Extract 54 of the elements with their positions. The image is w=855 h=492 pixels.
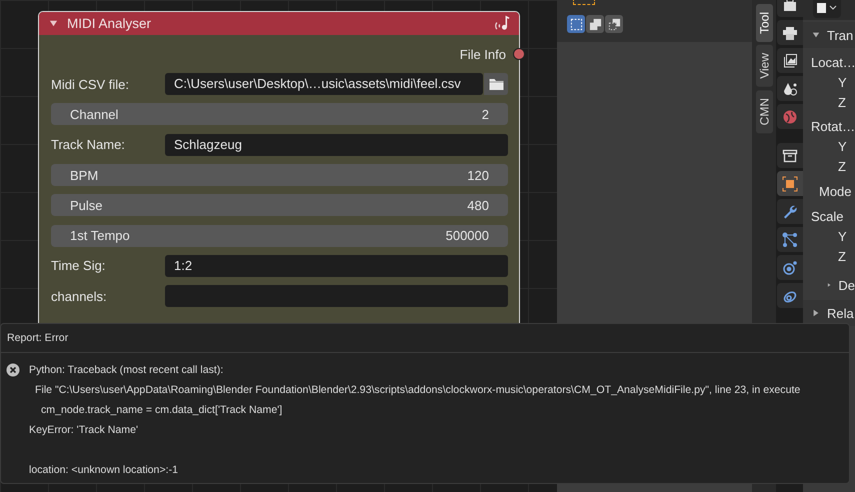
property-label: Z (838, 158, 846, 174)
image-stack-icon[interactable] (777, 48, 803, 73)
extend-selection-button[interactable] (586, 15, 604, 33)
sidebar-tab[interactable]: Tool (756, 4, 772, 42)
field-label: Time Sig: (51, 258, 106, 274)
report-line: cm_node.track_name = cm.data_dict['Track Name'] (41, 404, 282, 416)
field-label: channels: (51, 288, 108, 304)
text-field[interactable]: Schlagzeug (165, 134, 508, 156)
property-label: Rotat… (811, 118, 855, 134)
wrench-icon[interactable] (777, 199, 803, 224)
expand-triangle-icon[interactable] (812, 309, 820, 317)
report-line: File "C:\Users\user\AppData\Roaming\Blender Foundation\Blender\2.93\scripts\addons\clockworx-music\operators\CM_OT_AnalyseMidiFile.py", line 23, in execute (35, 384, 800, 396)
property-label: Mode (819, 184, 852, 198)
text-field[interactable]: C:\Users\user\Desktop\…usic\assets\midi\feel.csv (165, 73, 483, 96)
output-label: File Info (460, 46, 506, 62)
property-label: Z (838, 94, 846, 110)
output-socket[interactable] (513, 48, 525, 60)
report-line: location: <unknown location>:-1 (29, 464, 178, 476)
folder-button[interactable] (484, 73, 508, 96)
collapse-triangle-icon[interactable] (49, 19, 58, 28)
report-line: Python: Traceback (most recent call last): (29, 364, 224, 376)
panel-header-label[interactable]: De (838, 278, 855, 292)
error-icon (6, 363, 20, 377)
set-selection-button[interactable] (567, 15, 585, 33)
subtract-selection-button[interactable] (605, 15, 623, 33)
folder-icon (488, 77, 504, 92)
object-dropdown[interactable] (813, 0, 841, 18)
number-field[interactable]: 1st Tempo 500000 (51, 224, 508, 247)
number-field[interactable]: Channel 2 (51, 103, 508, 126)
field-label: Track Name: (51, 137, 126, 152)
text-field[interactable]: 1:2 (165, 254, 508, 277)
sidebar-tab[interactable]: CMN (756, 90, 772, 134)
expand-triangle-icon[interactable] (827, 281, 832, 289)
number-field[interactable]: Pulse 480 (51, 194, 508, 216)
box-icon[interactable] (777, 143, 803, 168)
field-label: Midi CSV file: (51, 76, 130, 92)
report-line: KeyError: 'Track Name' (29, 424, 138, 436)
node-title: MIDI Analyser (67, 16, 152, 31)
text-field[interactable] (165, 285, 508, 308)
sidebar-tab[interactable]: View (756, 45, 772, 87)
music-note-icon (494, 15, 511, 32)
nodes-icon[interactable] (777, 227, 803, 252)
property-label: Scale (811, 208, 844, 224)
number-field[interactable]: BPM 120 (51, 164, 508, 186)
square-icon[interactable] (777, 171, 803, 196)
property-label: Y (838, 74, 847, 90)
drop-icon[interactable] (777, 76, 803, 101)
property-label: Locat… (811, 54, 855, 70)
property-label: Y (838, 228, 847, 244)
property-label: Y (838, 138, 847, 154)
orbit-icon[interactable] (777, 255, 803, 280)
property-label: Z (838, 248, 846, 264)
report-title: Report: Error (1, 324, 849, 353)
collapse-triangle-icon[interactable] (812, 31, 820, 39)
